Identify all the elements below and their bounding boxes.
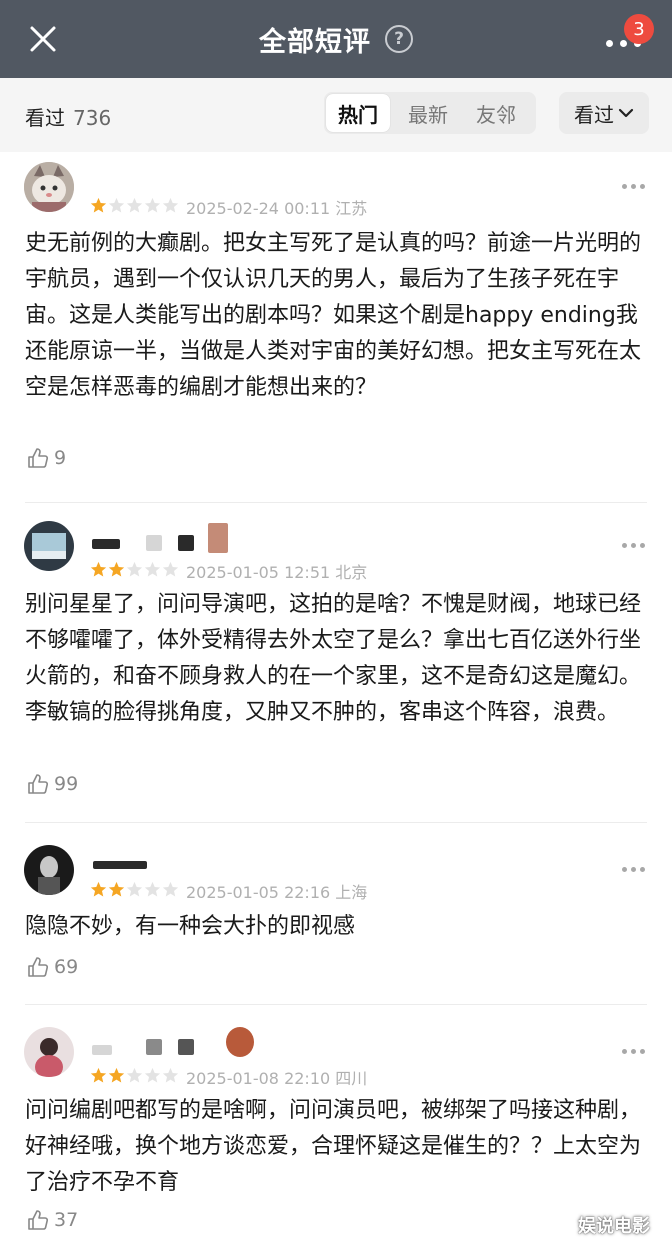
review-date: 2025-02-24 00:11 — [186, 199, 331, 218]
like-button[interactable]: 9 — [27, 447, 66, 469]
review-meta: 2025-01-05 22:16 上海 — [186, 879, 367, 903]
review-date: 2025-01-05 22:16 — [186, 883, 331, 902]
star-filled-icon — [108, 561, 125, 577]
avatar[interactable] — [24, 521, 74, 571]
star-empty-icon — [126, 1067, 143, 1083]
watermark: 娱说电影 — [578, 1216, 650, 1237]
username-blurred — [92, 1045, 112, 1055]
review-meta: 2025-01-08 22:10 四川 — [186, 1065, 367, 1089]
review-more-icon[interactable] — [622, 1049, 648, 1055]
chevron-down-icon — [618, 108, 634, 118]
review-more-icon[interactable] — [622, 543, 648, 549]
photo-avatar-icon — [24, 845, 74, 895]
like-count: 37 — [54, 1209, 79, 1231]
star-empty-icon — [144, 197, 161, 213]
star-empty-icon — [126, 561, 143, 577]
star-filled-icon — [108, 1067, 125, 1083]
review-more-icon[interactable] — [622, 184, 648, 190]
star-filled-icon — [90, 1067, 107, 1083]
review-item: 2025-02-24 00:11 江苏 史无前例的大癫剧。把女主写死了是认真的吗… — [0, 152, 672, 502]
review-text: 别问星星了，问问导演吧，这拍的是啥？不愧是财阀，地球已经不够嚯嚯了，体外受精得去… — [25, 592, 642, 725]
like-button[interactable]: 99 — [27, 773, 78, 795]
star-empty-icon — [144, 561, 161, 577]
review-meta: 2025-01-05 12:51 北京 — [186, 559, 367, 583]
username-blurred — [92, 539, 120, 549]
star-empty-icon — [162, 561, 179, 577]
review-location: 北京 — [335, 563, 368, 582]
review-text: 隐隐不妙，有一种会大扑的即视感 — [25, 914, 356, 939]
photo-avatar-icon — [24, 521, 74, 571]
tab-hot[interactable]: 热门 — [326, 94, 390, 132]
review-location: 上海 — [335, 883, 368, 902]
tab-friends[interactable]: 友邻 — [464, 92, 528, 134]
star-empty-icon — [126, 197, 143, 213]
avatar[interactable] — [24, 1027, 74, 1077]
review-more-icon[interactable] — [622, 867, 648, 873]
like-count: 99 — [54, 773, 79, 795]
username-blurred — [178, 535, 194, 551]
review-text: 史无前例的大癫剧。把女主写死了是认真的吗？前途一片光明的宇航员，遇到一个仅认识几… — [25, 231, 642, 400]
like-button[interactable]: 37 — [27, 1209, 78, 1231]
review-item: 2025-01-05 12:51 北京 别问星星了，问问导演吧，这拍的是啥？不愧… — [0, 503, 672, 821]
star-empty-icon — [162, 197, 179, 213]
avatar[interactable] — [24, 162, 74, 212]
star-empty-icon — [144, 1067, 161, 1083]
review-item: 2025-01-08 22:10 四川 问问编剧吧都写的是啥啊，问问演员吧，被绑… — [0, 1005, 672, 1247]
top-nav-bar: 全部短评 ? 3 — [0, 0, 672, 78]
seen-count-label: 看过 736 — [25, 102, 111, 131]
review-location: 江苏 — [335, 199, 368, 218]
user-badge-icon — [208, 523, 228, 553]
star-filled-icon — [108, 881, 125, 897]
status-dropdown[interactable]: 看过 — [559, 92, 649, 134]
star-filled-icon — [90, 561, 107, 577]
rating-stars — [90, 881, 180, 898]
seen-label-text: 看过 — [25, 106, 65, 130]
thumbs-up-icon — [28, 1210, 49, 1230]
help-icon[interactable]: ? — [385, 25, 413, 53]
like-button[interactable]: 69 — [27, 956, 78, 978]
star-empty-icon — [108, 197, 125, 213]
thumbs-up-icon — [28, 774, 49, 794]
username-blurred — [146, 535, 162, 551]
star-empty-icon — [144, 881, 161, 897]
like-count: 69 — [54, 956, 79, 978]
tab-latest[interactable]: 最新 — [396, 92, 460, 134]
thumbs-up-icon — [28, 448, 49, 468]
rating-stars — [90, 561, 180, 578]
review-location: 四川 — [335, 1069, 368, 1088]
like-count: 9 — [54, 447, 67, 469]
review-date: 2025-01-08 22:10 — [186, 1069, 331, 1088]
avatar[interactable] — [24, 845, 74, 895]
review-date: 2025-01-05 12:51 — [186, 563, 331, 582]
cat-avatar-icon — [24, 162, 74, 212]
rating-stars — [90, 1067, 180, 1084]
thumbs-up-icon — [28, 957, 49, 977]
notification-badge: 3 — [624, 14, 654, 44]
title-wrap: 全部短评 ? — [0, 0, 672, 78]
username-blurred — [146, 1039, 162, 1055]
star-filled-icon — [90, 881, 107, 897]
status-dropdown-label: 看过 — [574, 102, 614, 127]
review-meta: 2025-02-24 00:11 江苏 — [186, 195, 367, 219]
photo-avatar-icon — [24, 1027, 74, 1077]
page-title: 全部短评 — [259, 26, 371, 58]
rating-stars — [90, 197, 180, 214]
user-badge-icon — [226, 1027, 254, 1057]
star-empty-icon — [126, 881, 143, 897]
star-empty-icon — [162, 1067, 179, 1083]
sort-segmented-control: 热门 最新 友邻 — [324, 92, 536, 134]
username-blurred — [178, 1039, 194, 1055]
filter-bar: 看过 736 热门 最新 友邻 看过 — [0, 78, 672, 152]
star-filled-icon — [90, 197, 107, 213]
review-text: 问问编剧吧都写的是啥啊，问问演员吧，被绑架了吗接这种剧，好神经哦，换个地方谈恋爱… — [25, 1098, 642, 1195]
username-blurred — [93, 861, 147, 869]
seen-count: 736 — [73, 106, 112, 130]
star-empty-icon — [162, 881, 179, 897]
review-item: 2025-01-05 22:16 上海 隐隐不妙，有一种会大扑的即视感 69 — [0, 823, 672, 1003]
